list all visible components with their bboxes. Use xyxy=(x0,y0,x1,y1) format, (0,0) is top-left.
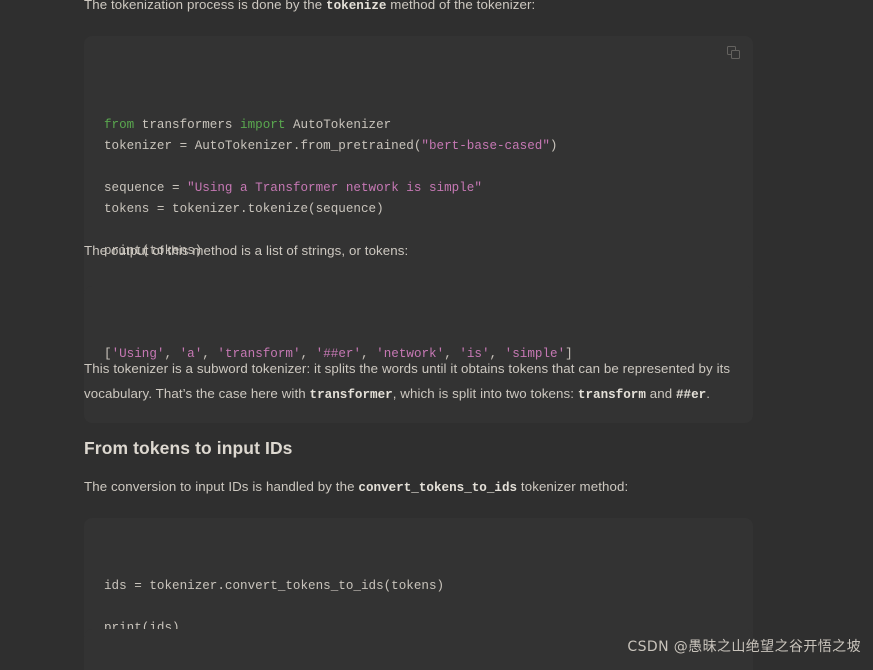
inline-code-transform: transform xyxy=(577,388,646,402)
code-token-pln: tokenizer = AutoTokenizer.from_pretraine… xyxy=(104,139,422,153)
code-token-pln: ) xyxy=(549,139,558,153)
code-token-kw: import xyxy=(240,118,286,132)
paragraph-output-description: The output of this method is a list of s… xyxy=(84,243,409,258)
conversion-text-b: tokenizer method: xyxy=(517,479,629,494)
watermark-csdn: CSDN @愚昧之山绝望之谷开悟之坡 xyxy=(627,639,861,655)
code-line: sequence = "Using a Transformer network … xyxy=(104,178,733,199)
code-token-pln: sequence = xyxy=(104,181,188,195)
conversion-text-a: The conversion to input IDs is handled b… xyxy=(84,479,359,494)
intro-text-before: The tokenization process is done by the xyxy=(84,0,327,12)
code-token-pln: tokens = tokenizer.tokenize(sequence) xyxy=(104,202,384,216)
code-token-kw: from xyxy=(104,118,135,132)
paragraph-subword-explanation: This tokenizer is a subword tokenizer: i… xyxy=(84,356,784,408)
code-token-str: "bert-base-cased" xyxy=(421,139,550,153)
code-line: ids = tokenizer.convert_tokens_to_ids(to… xyxy=(104,576,733,597)
inline-code-suffix-er: ##er xyxy=(676,388,707,402)
section-heading-from-tokens-to-input-ids: From tokens to input IDs xyxy=(84,438,293,458)
inline-code-tokenize: tokenize xyxy=(326,0,387,13)
intro-text-after: method of the tokenizer: xyxy=(386,0,536,12)
subword-text-c: and xyxy=(645,386,676,401)
copy-icon-front-square xyxy=(731,50,740,59)
code-token-pln: AutoTokenizer xyxy=(285,118,392,132)
code-block-tokenize-example[interactable]: from transformers import AutoTokenizer to… xyxy=(84,36,753,320)
code-token-pln: transformers xyxy=(134,118,241,132)
paragraph-tokenization-intro: The tokenization process is done by the … xyxy=(84,0,784,19)
article-page: The tokenization process is done by the … xyxy=(0,0,873,670)
code-line: tokens = tokenizer.tokenize(sequence) xyxy=(104,199,733,220)
code-token-str: "Using a Transformer network is simple" xyxy=(187,181,482,195)
paragraph-conversion-description: The conversion to input IDs is handled b… xyxy=(84,474,784,501)
subword-text-b: , which is split into two tokens: xyxy=(392,386,578,401)
subword-text-d: . xyxy=(706,386,711,401)
code-token-pln: ids = tokenizer.convert_tokens_to_ids(to… xyxy=(104,579,445,593)
copy-icon[interactable] xyxy=(727,46,741,60)
inline-code-convert-tokens-to-ids: convert_tokens_to_ids xyxy=(358,481,518,495)
code-line: tokenizer = AutoTokenizer.from_pretraine… xyxy=(104,136,733,157)
code-line: from transformers import AutoTokenizer xyxy=(104,115,733,136)
inline-code-transformer: transformer xyxy=(309,388,393,402)
